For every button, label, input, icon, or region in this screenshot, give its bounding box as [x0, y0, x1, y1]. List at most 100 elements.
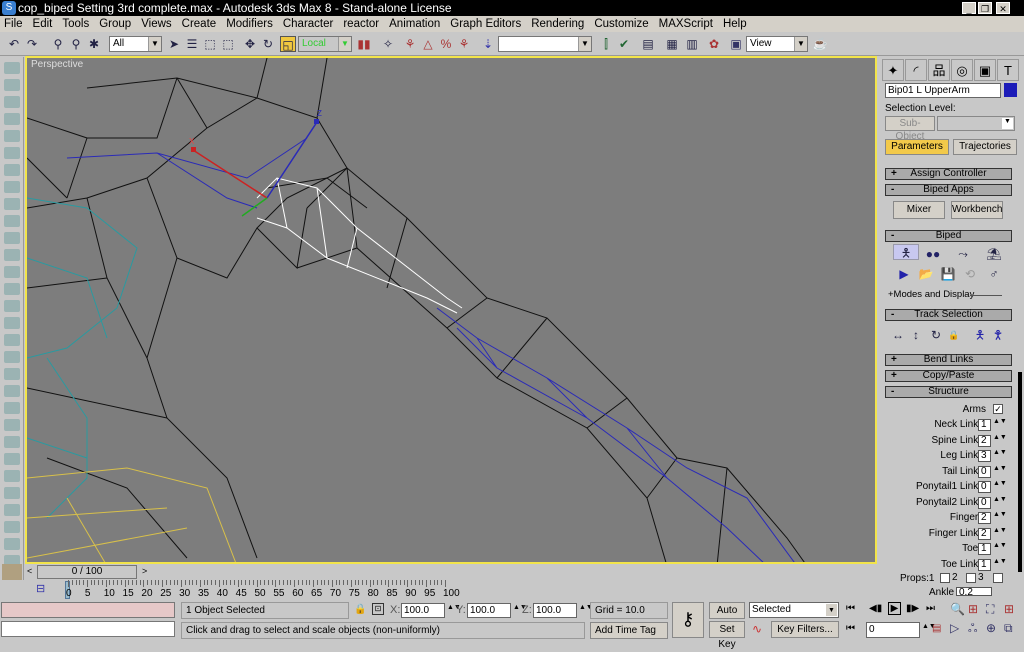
unlink-icon[interactable]: ⚲ — [68, 36, 84, 52]
next-frame-button[interactable]: > — [142, 566, 147, 576]
menu-views[interactable]: Views — [141, 18, 171, 30]
body-horizontal-icon[interactable]: ↔ — [890, 327, 906, 343]
convert-icon[interactable]: ⟲ — [962, 266, 978, 282]
menu-create[interactable]: Create — [182, 18, 217, 30]
menu-character[interactable]: Character — [283, 18, 334, 30]
move-all-mode-icon[interactable]: ♂ — [986, 266, 1002, 282]
z-spinner[interactable]: ▲▼ — [579, 604, 593, 617]
tool-icon[interactable] — [4, 351, 20, 363]
object-color-swatch[interactable] — [1004, 83, 1017, 97]
structure-field-input[interactable]: 1 — [978, 419, 991, 431]
motion-tab-icon[interactable]: ◎ — [951, 59, 973, 81]
body-vertical-icon[interactable]: ↕ — [908, 327, 924, 343]
tool-icon[interactable] — [4, 62, 20, 74]
auto-key-button[interactable]: Auto Key — [709, 602, 745, 631]
set-key-icon[interactable]: ⚷ — [672, 602, 704, 638]
structure-field-input[interactable]: 2 — [978, 512, 991, 524]
save-file-icon[interactable]: 💾 — [940, 266, 956, 282]
x-spinner[interactable]: ▲▼ — [447, 604, 461, 617]
maximize-viewport-icon[interactable]: ⧉ — [1004, 621, 1013, 636]
panel-scrollbar[interactable] — [1018, 112, 1022, 582]
spinner-snap-icon[interactable]: ⚘ — [456, 36, 472, 52]
modes-display-rollout[interactable]: +Modes and Display — [888, 289, 974, 300]
rotate-icon[interactable]: ↻ — [260, 36, 276, 52]
time-slider[interactable]: 0 / 100 — [37, 565, 137, 579]
maxscript-input-field[interactable] — [1, 621, 175, 637]
tool-icon[interactable] — [4, 79, 20, 91]
tool-icon[interactable] — [4, 385, 20, 397]
selection-filter-dropdown[interactable]: All ▼ — [109, 36, 162, 52]
spinner-arrows[interactable]: ▲▼ — [993, 496, 1007, 509]
viewport-label[interactable]: Perspective — [31, 59, 83, 70]
mixer-mode-icon[interactable]: ⛱ — [986, 246, 1002, 262]
tool-icon[interactable] — [4, 232, 20, 244]
mixer-button[interactable]: Mixer — [893, 201, 945, 219]
tool-icon[interactable] — [4, 96, 20, 108]
zoom-icon[interactable]: 🔍 — [950, 602, 965, 616]
spinner-arrows[interactable]: ▲▼ — [993, 511, 1007, 524]
tool-icon[interactable] — [4, 164, 20, 176]
opposite-icon[interactable]: 🯆 — [990, 327, 1006, 343]
footstep-mode-icon[interactable]: ●● — [925, 246, 941, 262]
redo-icon[interactable]: ↷ — [24, 36, 40, 52]
quick-render-icon[interactable]: ☕ — [812, 36, 828, 52]
tool-icon[interactable] — [4, 436, 20, 448]
material-editor-icon[interactable]: ✿ — [706, 36, 722, 52]
current-frame-field[interactable]: 0 — [866, 622, 920, 638]
display-tab-icon[interactable]: ▣ — [974, 59, 996, 81]
arms-checkbox[interactable]: ✓ — [993, 404, 1003, 414]
spinner-arrows[interactable]: ▲▼ — [993, 480, 1007, 493]
track-bar[interactable]: ⊟ 0 5 10 15 20 25 30 35 40 45 50 55 60 65 70 75 80 85 90 95… — [0, 580, 880, 600]
default-tangent-icon[interactable]: ∿ — [752, 622, 762, 636]
structure-field-input[interactable]: 0 — [978, 465, 991, 478]
biped-playback-icon[interactable]: ▶ — [896, 266, 912, 282]
absolute-mode-icon[interactable]: ⊡ — [372, 603, 384, 615]
zoom-extents-icon[interactable]: ⛶ — [986, 602, 994, 617]
lock-cob-icon[interactable]: 🔒 — [946, 327, 962, 343]
tool-icon[interactable] — [4, 300, 20, 312]
hierarchy-tab-icon[interactable]: 品 — [928, 59, 950, 81]
assign-controller-rollout[interactable]: + Assign Controller — [885, 168, 1012, 180]
spinner-arrows[interactable]: ▲▼ — [993, 527, 1007, 540]
tool-icon[interactable] — [4, 402, 20, 414]
key-mode-dropdown[interactable]: Selected ▼ — [749, 602, 839, 618]
tool-icon[interactable] — [4, 130, 20, 142]
tool-icon[interactable] — [4, 198, 20, 210]
rectangular-selection-icon[interactable]: ⬚ — [202, 36, 218, 52]
menu-animation[interactable]: Animation — [389, 18, 440, 30]
align-icon[interactable]: ✔ — [616, 36, 632, 52]
field-of-view-icon[interactable]: ▷ — [950, 621, 959, 635]
spinner-arrows[interactable]: ▲▼ — [993, 434, 1007, 447]
props-3-checkbox[interactable] — [966, 573, 976, 583]
tool-icon[interactable] — [4, 470, 20, 482]
menu-customize[interactable]: Customize — [594, 18, 648, 30]
modify-tab-icon[interactable]: ◜ — [905, 59, 927, 81]
zoom-extents-all-icon[interactable]: ⊞ — [1004, 602, 1014, 616]
tool-icon[interactable] — [4, 453, 20, 465]
menu-maxscript[interactable]: MAXScript — [659, 18, 713, 30]
spinner-arrows[interactable]: ▲▼ — [993, 558, 1007, 571]
trajectories-tab[interactable]: Trajectories — [953, 139, 1017, 155]
next-frame-icon[interactable]: ▮▶ — [906, 603, 919, 614]
perspective-viewport[interactable]: Z X Perspective — [25, 56, 877, 564]
body-rotation-icon[interactable]: ↻ — [928, 327, 944, 343]
tool-icon[interactable] — [4, 215, 20, 227]
props-2-checkbox[interactable] — [940, 573, 950, 583]
angle-snap-icon[interactable]: △ — [420, 36, 436, 52]
structure-rollout[interactable]: - Structure — [885, 386, 1012, 398]
structure-field-input[interactable]: 3 — [978, 450, 991, 462]
load-file-icon[interactable]: 📂 — [918, 266, 934, 282]
key-filters-button[interactable]: Key Filters... — [771, 621, 839, 638]
mirror-icon[interactable]: ⫿ — [598, 36, 614, 52]
bind-space-warp-icon[interactable]: ✱ — [86, 36, 102, 52]
pan-icon[interactable]: ஃ — [968, 621, 977, 637]
structure-field-input[interactable]: 0 — [978, 481, 991, 493]
biped-apps-rollout[interactable]: - Biped Apps — [885, 184, 1012, 196]
menu-graph-editors[interactable]: Graph Editors — [450, 18, 521, 30]
scrollbar-thumb[interactable] — [1018, 372, 1022, 572]
schematic-view-icon[interactable]: ▥ — [684, 36, 700, 52]
biped-rollout[interactable]: - Biped — [885, 230, 1012, 242]
object-name-field[interactable]: Bip01 L UpperArm — [885, 83, 1001, 98]
set-key-button[interactable]: Set Key — [709, 621, 745, 650]
copy-paste-rollout[interactable]: + Copy/Paste — [885, 370, 1012, 382]
